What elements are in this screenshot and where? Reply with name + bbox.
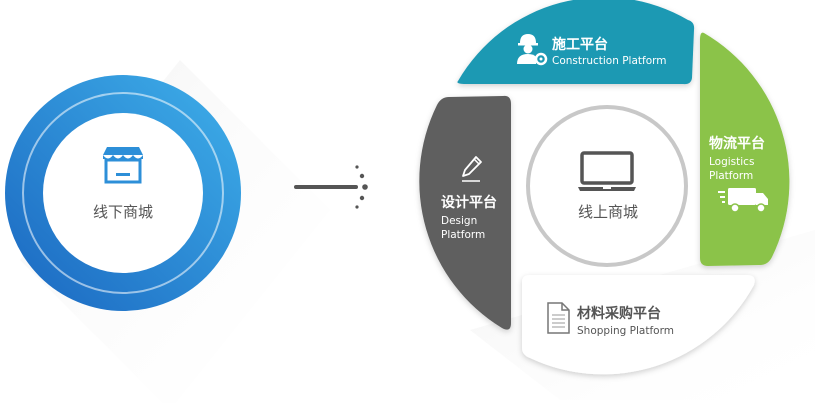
online-title: 线上商城 [578, 203, 638, 221]
logistics-en-line1: Logistics [709, 156, 754, 168]
design-en-line1: Design [441, 215, 477, 227]
online-center: 线上商城 [526, 105, 688, 267]
online-platform-wheel: 施工平台 Construction Platform 物流平台 Logistic… [419, 0, 815, 400]
platform-diagram: 线下商城 施工平台 Construction Platform 物流平台 Log… [5, 0, 815, 403]
inner-disc [43, 113, 203, 273]
document-icon [547, 302, 570, 334]
design-cn: 设计平台 [441, 194, 497, 211]
segment-design [419, 95, 511, 330]
design-bg [419, 95, 511, 330]
construction-cn: 施工平台 [552, 36, 608, 53]
logistics-en-line2: Platform [709, 170, 753, 182]
offline-store-node: 线下商城 [5, 60, 330, 403]
offline-title: 线下商城 [93, 203, 153, 221]
logistics-cn: 物流平台 [709, 135, 765, 152]
design-en-line2: Platform [441, 229, 485, 241]
construction-en: Construction Platform [552, 55, 666, 67]
shopping-en: Shopping Platform [577, 325, 674, 337]
shopping-cn: 材料采购平台 [577, 305, 661, 322]
center-ring [526, 105, 688, 267]
